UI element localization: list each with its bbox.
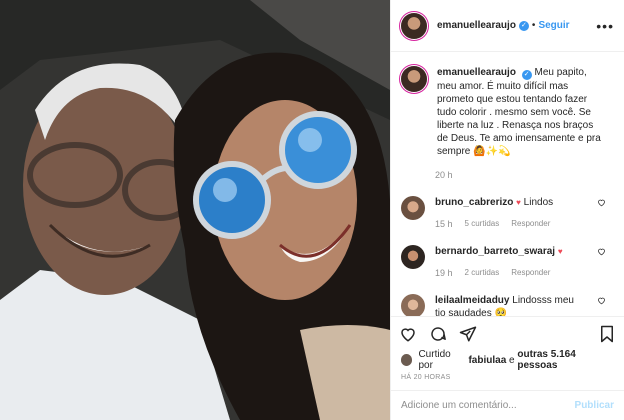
caption-avatar[interactable] bbox=[401, 66, 427, 92]
comments-area[interactable]: emanuellearaujo ✓ Meu papito, meu amor. … bbox=[391, 52, 624, 316]
add-comment-bar: Publicar bbox=[391, 390, 624, 420]
post-side-panel: emanuellearaujo ✓ • Seguir ••• emanuelle… bbox=[390, 0, 624, 420]
comment-text-line: bruno_cabrerizo ♥ Lindos bbox=[435, 196, 585, 209]
comment-item: bernardo_barreto_swaraj ♥ 19 h 2 curtida… bbox=[401, 245, 614, 278]
post-photo[interactable] bbox=[0, 0, 390, 420]
comment-icon[interactable] bbox=[429, 325, 447, 343]
comment-username[interactable]: bernardo_barreto_swaraj bbox=[435, 246, 555, 257]
caption-time: 20 h bbox=[435, 170, 453, 180]
comment-likes[interactable]: 5 curtidas bbox=[465, 219, 500, 229]
caption-text-block: emanuellearaujo ✓ Meu papito, meu amor. … bbox=[437, 66, 607, 158]
comment-input[interactable] bbox=[401, 400, 575, 411]
comment-body: leilaalmeidaduy Lindosss meu tio saudade… bbox=[435, 294, 585, 316]
more-icon[interactable]: ••• bbox=[596, 18, 614, 34]
liker-avatar[interactable] bbox=[401, 354, 413, 366]
comment-username[interactable]: leilaalmeidaduy bbox=[435, 295, 509, 306]
comment-heart-icon[interactable] bbox=[597, 247, 606, 256]
comment-heart-icon[interactable] bbox=[597, 296, 606, 305]
comment-meta: 19 h 2 curtidas Responder bbox=[435, 268, 585, 278]
heart-emoji-icon: ♥ bbox=[557, 247, 563, 256]
author-username[interactable]: emanuellearaujo bbox=[437, 20, 516, 31]
comment-time: 15 h bbox=[435, 219, 453, 229]
post-timestamp: HÁ 20 HORAS bbox=[401, 374, 451, 381]
caption-text: Meu papito, meu amor. É muito difícil ma… bbox=[437, 67, 601, 157]
liker-username[interactable]: fabiulaa bbox=[468, 355, 506, 366]
comment-heart-icon[interactable] bbox=[597, 198, 606, 207]
share-icon[interactable] bbox=[459, 325, 477, 343]
action-bar bbox=[391, 316, 624, 350]
heart-icon[interactable] bbox=[399, 325, 417, 343]
comment-time: 19 h bbox=[435, 268, 453, 278]
separator-dot: • bbox=[531, 20, 536, 31]
verified-icon: ✓ bbox=[521, 70, 532, 80]
comment-text: Lindos bbox=[523, 197, 554, 208]
reply-button[interactable]: Responder bbox=[511, 268, 550, 278]
comment-item: bruno_cabrerizo ♥ Lindos 15 h 5 curtidas… bbox=[401, 196, 614, 229]
comment-item: leilaalmeidaduy Lindosss meu tio saudade… bbox=[401, 294, 614, 316]
comment-likes[interactable]: 2 curtidas bbox=[465, 268, 500, 278]
comment-text-line: leilaalmeidaduy Lindosss meu tio saudade… bbox=[435, 294, 585, 316]
caption: emanuellearaujo ✓ Meu papito, meu amor. … bbox=[401, 66, 614, 158]
comment-body: bernardo_barreto_swaraj ♥ 19 h 2 curtida… bbox=[435, 245, 585, 278]
commenter-avatar[interactable] bbox=[401, 196, 425, 220]
heart-emoji-icon: ♥ bbox=[516, 198, 521, 207]
likes-middle: e bbox=[509, 354, 515, 366]
instagram-post: emanuellearaujo ✓ • Seguir ••• emanuelle… bbox=[0, 0, 624, 420]
comment-body: bruno_cabrerizo ♥ Lindos 15 h 5 curtidas… bbox=[435, 196, 585, 229]
caption-username[interactable]: emanuellearaujo bbox=[437, 67, 516, 78]
likes-prefix: Curtido por bbox=[418, 349, 451, 371]
comment-meta: 15 h 5 curtidas Responder bbox=[435, 219, 585, 229]
commenter-avatar[interactable] bbox=[401, 245, 425, 269]
post-header: emanuellearaujo ✓ • Seguir ••• bbox=[391, 0, 624, 52]
follow-button[interactable]: Seguir bbox=[538, 20, 569, 31]
comment-username[interactable]: bruno_cabrerizo bbox=[435, 197, 513, 208]
photo-illustration bbox=[0, 0, 390, 420]
likes-summary: Curtido por fabiulaa e outras 5.164 pess… bbox=[391, 349, 624, 371]
author-avatar[interactable] bbox=[401, 12, 427, 39]
comment-text-line: bernardo_barreto_swaraj ♥ bbox=[435, 245, 585, 258]
publish-button[interactable]: Publicar bbox=[575, 400, 614, 411]
bookmark-icon[interactable] bbox=[598, 325, 616, 343]
commenter-avatar[interactable] bbox=[401, 294, 425, 316]
reply-button[interactable]: Responder bbox=[511, 219, 550, 229]
verified-icon: ✓ bbox=[518, 20, 529, 31]
likes-others[interactable]: outras 5.164 pessoas bbox=[517, 349, 614, 371]
